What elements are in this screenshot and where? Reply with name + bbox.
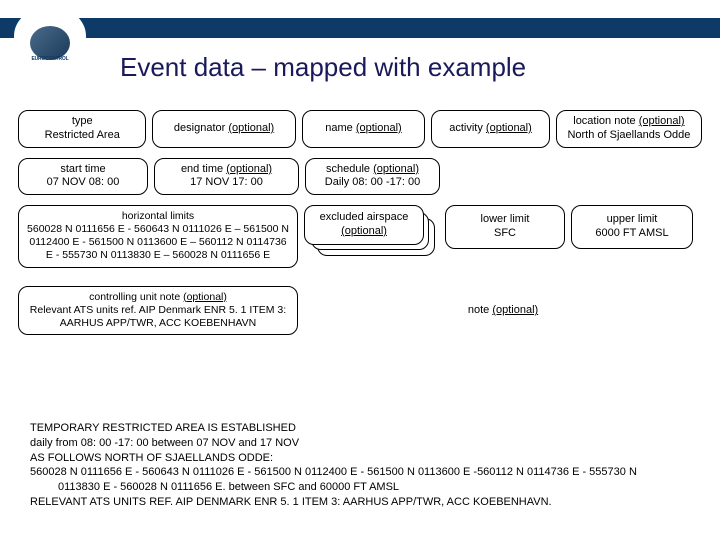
box-start-time: start time 07 NOV 08: 00	[18, 158, 148, 196]
footer-l4: 560028 N 0111656 E - 560643 N 0111026 E …	[30, 466, 637, 478]
footer-text: TEMPORARY RESTRICTED AREA IS ESTABLISHED…	[30, 421, 700, 510]
label-type: type	[27, 115, 137, 129]
box-upper-limit: upper limit 6000 FT AMSL	[571, 205, 693, 249]
box-activity: activity (optional)	[431, 110, 550, 148]
box-horizontal-limits: horizontal limits 560028 N 0111656 E - 5…	[18, 205, 298, 268]
label-excluded-airspace: excluded airspace (optional)	[313, 211, 415, 239]
footer-l5: RELEVANT ATS UNITS REF. AIP DENMARK ENR …	[30, 496, 552, 508]
value-schedule: Daily 08: 00 -17: 00	[314, 176, 431, 190]
footer-l1: TEMPORARY RESTRICTED AREA IS ESTABLISHED	[30, 422, 296, 434]
label-location: location note (optional)	[565, 115, 693, 129]
brand-logo: EUROCONTROL	[16, 8, 84, 64]
label-designator: designator (optional)	[161, 122, 286, 136]
slide-title: Event data – mapped with example	[120, 52, 526, 83]
value-horizontal-limits: 560028 N 0111656 E - 560643 N 0111026 E …	[27, 223, 289, 262]
box-excluded-airspace: excluded airspace (optional)	[304, 205, 424, 245]
header-bar	[0, 18, 720, 38]
footer-l3: AS FOLLOWS NORTH OF SJAELLANDS ODDE:	[30, 452, 273, 464]
box-controlling-unit: controlling unit note (optional) Relevan…	[18, 286, 298, 335]
globe-icon	[30, 26, 70, 60]
box-lower-limit: lower limit SFC	[445, 205, 565, 249]
label-horizontal-limits: horizontal limits	[27, 210, 289, 223]
value-end-time: 17 NOV 17: 00	[163, 176, 290, 190]
value-location: North of Sjaellands Odde	[565, 129, 693, 143]
box-schedule: schedule (optional) Daily 08: 00 -17: 00	[305, 158, 440, 196]
label-upper-limit: upper limit	[580, 213, 684, 227]
label-lower-limit: lower limit	[454, 213, 556, 227]
value-start-time: 07 NOV 08: 00	[27, 176, 139, 190]
box-end-time: end time (optional) 17 NOV 17: 00	[154, 158, 299, 196]
label-note: note (optional)	[468, 304, 538, 316]
box-location: location note (optional) North of Sjaell…	[556, 110, 702, 148]
box-designator: designator (optional)	[152, 110, 295, 148]
footer-l4b: 0113830 E - 560028 N 0111656 E. between …	[30, 480, 700, 495]
value-controlling-unit: Relevant ATS units ref. AIP Denmark ENR …	[27, 304, 289, 330]
box-name: name (optional)	[302, 110, 426, 148]
diagram-area: type Restricted Area designator (optiona…	[18, 110, 702, 345]
label-controlling-unit: controlling unit note (optional)	[27, 291, 289, 304]
footer-l2: daily from 08: 00 -17: 00 between 07 NOV…	[30, 437, 299, 449]
value-type: Restricted Area	[27, 129, 137, 143]
label-schedule: schedule (optional)	[314, 163, 431, 177]
brand-name: EUROCONTROL	[32, 56, 69, 62]
label-activity: activity (optional)	[440, 122, 541, 136]
value-lower-limit: SFC	[454, 227, 556, 241]
box-type: type Restricted Area	[18, 110, 146, 148]
label-end-time: end time (optional)	[163, 163, 290, 177]
label-start-time: start time	[27, 163, 139, 177]
label-name: name (optional)	[311, 122, 417, 136]
value-upper-limit: 6000 FT AMSL	[580, 227, 684, 241]
